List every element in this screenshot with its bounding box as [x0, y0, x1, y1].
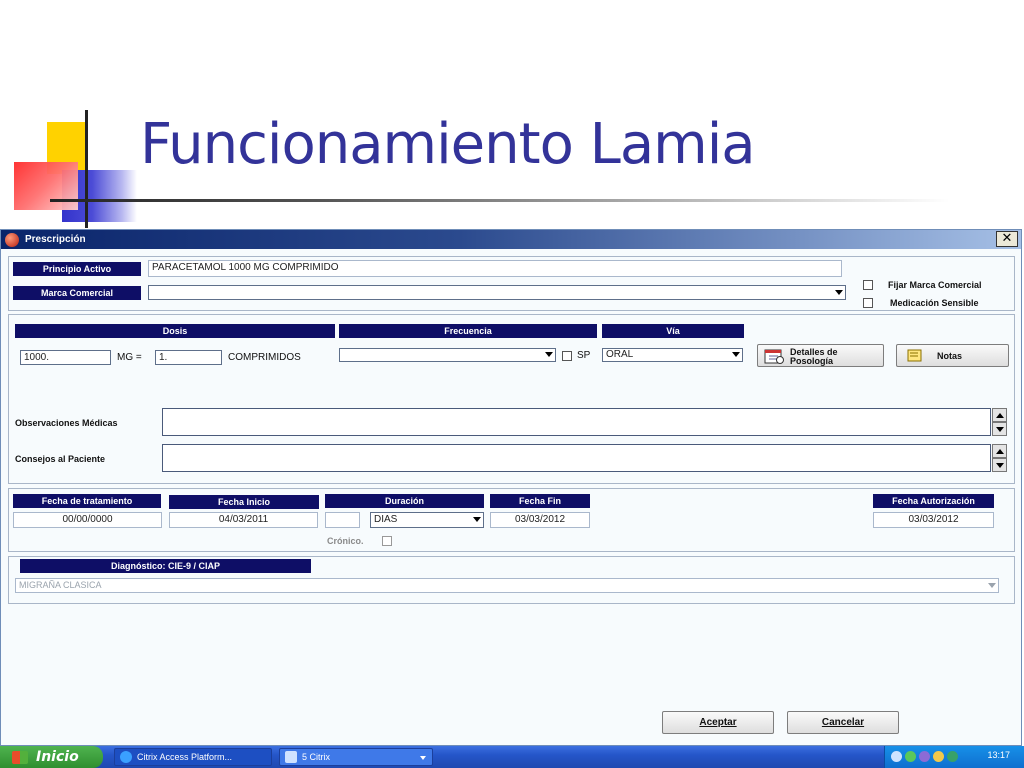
clock: 13:17 — [987, 750, 1010, 760]
quantity-input[interactable]: 1. — [155, 350, 222, 365]
fecha-fin-field[interactable]: 03/03/2012 — [490, 512, 590, 528]
via-value: ORAL — [606, 349, 634, 360]
presentation-slide: Funcionamiento Lamia Prescripción ✕ Prin… — [0, 0, 1024, 768]
consejos-scroll[interactable] — [992, 444, 1007, 472]
scroll-down-icon[interactable] — [992, 458, 1007, 472]
taskbar-item-citrix-access-label: Citrix Access Platform... — [137, 752, 233, 762]
consejos-textarea[interactable] — [162, 444, 991, 472]
medication-panel: Principio Activo PARACETAMOL 1000 MG COM… — [8, 256, 1015, 311]
system-tray: 13:17 — [884, 746, 1024, 768]
chevron-down-icon — [545, 352, 553, 357]
decor-vertical-line — [85, 110, 88, 228]
via-header: Vía — [602, 324, 744, 338]
duracion-unit-value: DIAS — [374, 514, 398, 525]
close-button[interactable]: ✕ — [996, 231, 1018, 247]
aceptar-button[interactable]: Aceptar — [662, 711, 774, 734]
tray-icon-back[interactable] — [891, 751, 902, 762]
start-button[interactable]: Inicio — [0, 746, 103, 768]
notas-button[interactable]: Notas — [896, 344, 1009, 367]
tray-icon-shield[interactable] — [919, 751, 930, 762]
aceptar-label: Aceptar — [699, 717, 737, 728]
detalles-label-line2: Posología — [790, 356, 834, 366]
observaciones-scroll[interactable] — [992, 408, 1007, 436]
duracion-label: Duración — [325, 494, 484, 508]
fijar-marca-checkbox[interactable] — [863, 280, 873, 290]
fecha-inicio-label: Fecha Inicio — [169, 495, 319, 509]
note-icon — [907, 349, 922, 362]
frecuencia-header: Frecuencia — [339, 324, 597, 338]
taskbar-item-citrix[interactable]: 5 Citrix — [279, 748, 433, 766]
start-label: Inicio — [36, 749, 79, 765]
diagnostico-label: Diagnóstico: CIE-9 / CIAP — [20, 559, 311, 573]
windows-logo-icon — [12, 751, 28, 764]
taskbar-item-citrix-label: 5 Citrix — [302, 752, 331, 762]
taskbar: Inicio Citrix Access Platform... 5 Citri… — [0, 746, 1024, 768]
diagnostico-select[interactable]: MIGRAÑA CLASICA — [15, 578, 999, 593]
tray-icon-mail[interactable] — [933, 751, 944, 762]
dosing-panel: Dosis Frecuencia Vía 1000. MG = 1. COMPR… — [8, 314, 1015, 484]
tray-icon-network[interactable] — [905, 751, 916, 762]
cronico-label: Crónico. — [327, 536, 364, 546]
chevron-down-icon — [835, 290, 843, 295]
ie-icon — [120, 751, 132, 763]
calendar-icon — [764, 349, 784, 364]
tray-icon-status[interactable] — [947, 751, 958, 762]
dosis-header: Dosis — [15, 324, 335, 338]
dose-input[interactable]: 1000. — [20, 350, 111, 365]
sp-label: SP — [577, 350, 591, 361]
fecha-tratamiento-field[interactable]: 00/00/0000 — [13, 512, 162, 528]
detalles-posologia-button[interactable]: Detalles de Posología — [757, 344, 884, 367]
fijar-marca-label: Fijar Marca Comercial — [888, 280, 982, 290]
citrix-icon — [285, 751, 297, 763]
fecha-autorizacion-label: Fecha Autorización — [873, 494, 994, 508]
notas-label: Notas — [937, 351, 963, 361]
chevron-down-icon — [732, 352, 740, 357]
taskbar-item-citrix-access[interactable]: Citrix Access Platform... — [114, 748, 272, 766]
sp-checkbox[interactable] — [562, 351, 572, 361]
decor-horizontal-line — [50, 199, 950, 202]
duracion-unit-select[interactable]: DIAS — [370, 512, 484, 528]
prescription-window: Prescripción ✕ Principio Activo PARACETA… — [0, 229, 1022, 746]
duracion-field[interactable] — [325, 512, 360, 528]
fecha-autorizacion-field[interactable]: 03/03/2012 — [873, 512, 994, 528]
window-title: Prescripción — [25, 234, 86, 245]
marca-comercial-select[interactable] — [148, 285, 846, 300]
marca-comercial-label: Marca Comercial — [13, 286, 141, 300]
chevron-down-icon — [988, 583, 996, 588]
observaciones-label: Observaciones Médicas — [15, 418, 118, 428]
fecha-inicio-field[interactable]: 04/03/2011 — [169, 512, 318, 528]
diagnosis-panel: Diagnóstico: CIE-9 / CIAP MIGRAÑA CLASIC… — [8, 556, 1015, 604]
slide-title: Funcionamiento Lamia — [140, 112, 756, 177]
chevron-down-icon — [473, 517, 481, 522]
dose-form: COMPRIMIDOS — [228, 352, 301, 363]
observaciones-textarea[interactable] — [162, 408, 991, 436]
chevron-down-icon — [420, 756, 426, 760]
scroll-up-icon[interactable] — [992, 444, 1007, 458]
scroll-down-icon[interactable] — [992, 422, 1007, 436]
dates-panel: Fecha de tratamiento 00/00/0000 Fecha In… — [8, 488, 1015, 552]
dose-unit: MG = — [117, 352, 142, 363]
principio-activo-label: Principio Activo — [13, 262, 141, 276]
frecuencia-select[interactable] — [339, 348, 556, 362]
consejos-label: Consejos al Paciente — [15, 454, 106, 464]
diagnostico-value: MIGRAÑA CLASICA — [19, 580, 102, 590]
decor-red-square — [14, 162, 78, 210]
fecha-tratamiento-label: Fecha de tratamiento — [13, 494, 161, 508]
app-icon — [5, 232, 19, 247]
scroll-up-icon[interactable] — [992, 408, 1007, 422]
via-select[interactable]: ORAL — [602, 348, 743, 362]
fecha-fin-label: Fecha Fin — [490, 494, 590, 508]
window-titlebar[interactable]: Prescripción ✕ — [1, 230, 1021, 249]
cancelar-label: Cancelar — [821, 717, 865, 728]
medicacion-sensible-checkbox[interactable] — [863, 298, 873, 308]
cancelar-button[interactable]: Cancelar — [787, 711, 899, 734]
principio-activo-field[interactable]: PARACETAMOL 1000 MG COMPRIMIDO — [148, 260, 842, 277]
cronico-checkbox[interactable] — [382, 536, 392, 546]
medicacion-sensible-label: Medicación Sensible — [890, 298, 979, 308]
